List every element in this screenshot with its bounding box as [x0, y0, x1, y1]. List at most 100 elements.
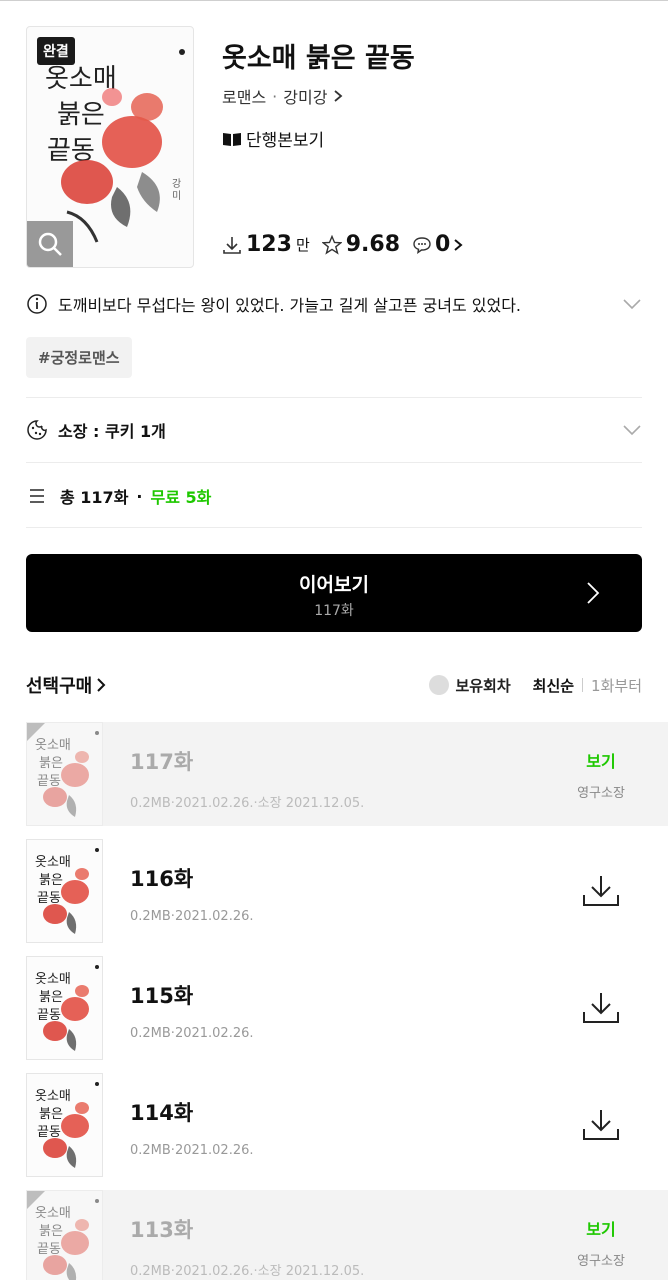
single-volume-link[interactable]: 단행본보기	[222, 126, 324, 151]
episode-thumbnail-art: 옷소매 붉은 끝동	[35, 965, 99, 1051]
star-icon	[321, 234, 342, 255]
section-divider	[26, 397, 642, 398]
episode-thumbnail-art: 옷소매 붉은 끝동	[35, 1082, 99, 1168]
svg-text:미: 미	[172, 190, 181, 202]
episode-row[interactable]: 옷소매 붉은 끝동 115화 0.2MB·2021.02.26.	[26, 956, 668, 1060]
chevron-right-icon	[334, 90, 343, 102]
genre-tag[interactable]: #궁정로맨스	[26, 337, 132, 378]
sort-latest[interactable]: 최신순	[533, 675, 574, 696]
zoom-button[interactable]	[27, 221, 73, 267]
episode-row[interactable]: 옷소매 붉은 끝동 113화 0.2MB·2021.02.26.·소장 2021…	[26, 1190, 668, 1280]
episode-thumbnail: 옷소매 붉은 끝동	[26, 839, 103, 943]
download-button[interactable]	[556, 1073, 646, 1177]
episode-thumbnail: 옷소매 붉은 끝동	[26, 956, 103, 1060]
svg-text:붉은: 붉은	[39, 873, 63, 888]
author-link[interactable]: 강미강	[283, 84, 327, 108]
download-icon[interactable]	[581, 1107, 621, 1143]
view-button[interactable]: 보기	[586, 1216, 615, 1240]
svg-text:붉은: 붉은	[39, 756, 63, 771]
free-episodes: 무료 5화	[150, 488, 212, 507]
episode-info: 0.2MB·2021.02.26.·소장 2021.12.05.	[130, 796, 365, 811]
svg-text:옷소매: 옷소매	[35, 855, 71, 870]
total-separator: ·	[136, 486, 143, 506]
chevron-right-icon	[454, 238, 463, 251]
chevron-down-icon[interactable]	[622, 298, 642, 310]
select-buy-button[interactable]: 선택구매	[26, 672, 429, 698]
view-button[interactable]: 보기	[586, 748, 615, 772]
download-icon[interactable]	[581, 990, 621, 1026]
episode-thumbnail-art: 옷소매 붉은 끝동	[35, 848, 99, 934]
description-row[interactable]: 도깨비보다 무섭다는 왕이 있었다. 가늘고 길게 살고픈 궁녀도 있었다.	[26, 292, 642, 316]
episode-thumbnail: 옷소매 붉은 끝동	[26, 1190, 103, 1280]
sort-options: 최신순 1화부터	[533, 675, 642, 696]
chevron-right-icon	[587, 582, 600, 604]
episode-info: 0.2MB·2021.02.26.	[130, 909, 254, 924]
meta-separator: ·	[272, 86, 278, 106]
episode-number: 117화	[130, 750, 194, 774]
ownership-status: 영구소장	[577, 1253, 625, 1269]
svg-text:끝동: 끝동	[37, 1125, 61, 1140]
episode-number: 116화	[130, 867, 194, 891]
top-divider	[0, 0, 668, 1]
section-divider	[26, 527, 642, 528]
owned-row[interactable]: 소장 : 쿠키 1개	[26, 418, 642, 442]
description-text: 도깨비보다 무섭다는 왕이 있었다. 가늘고 길게 살고픈 궁녀도 있었다.	[58, 296, 522, 315]
episode-row[interactable]: 옷소매 붉은 끝동 116화 0.2MB·2021.02.26.	[26, 839, 668, 943]
svg-text:끝동: 끝동	[37, 774, 61, 789]
complete-badge: 완결	[37, 37, 75, 65]
episode-action[interactable]: 보기 영구소장	[556, 1190, 646, 1280]
download-icon[interactable]	[581, 873, 621, 909]
svg-text:옷소매: 옷소매	[35, 1089, 71, 1104]
download-unit: 만	[295, 236, 310, 254]
episode-number: 114화	[130, 1101, 194, 1125]
ownership-status: 영구소장	[577, 785, 625, 801]
episode-number: 113화	[130, 1218, 194, 1242]
info-icon	[27, 294, 47, 314]
genre-label: 로맨스	[222, 88, 267, 107]
sort-first[interactable]: 1화부터	[591, 675, 642, 696]
section-divider	[26, 462, 642, 463]
episode-row[interactable]: 옷소매 붉은 끝동 117화 0.2MB·2021.02.26.·소장 2021…	[26, 722, 668, 826]
continue-reading-button[interactable]: 이어보기 117화	[26, 554, 642, 632]
chevron-down-icon[interactable]	[622, 424, 642, 436]
comment-icon	[413, 236, 431, 254]
list-icon	[30, 489, 44, 503]
single-volume-label: 단행본보기	[246, 131, 325, 151]
book-title: 옷소매 붉은 끝동	[222, 43, 415, 74]
comments-link[interactable]: 0	[412, 232, 463, 257]
owned-label: 소장 : 쿠키 1개	[58, 422, 166, 441]
comment-count: 0	[435, 232, 451, 257]
cover-calligraphy: 옷소매	[45, 64, 117, 94]
svg-text:붉은: 붉은	[39, 1224, 63, 1239]
svg-text:끝동: 끝동	[37, 1242, 61, 1257]
svg-text:옷소매: 옷소매	[35, 972, 71, 987]
download-button[interactable]	[556, 956, 646, 1060]
svg-text:붉은: 붉은	[39, 1107, 63, 1122]
book-meta: 로맨스 · 강미강	[222, 84, 343, 108]
sort-separator	[582, 678, 584, 692]
episode-action[interactable]: 보기 영구소장	[556, 722, 646, 826]
owned-filter-toggle[interactable]: 보유회차	[429, 675, 511, 696]
download-button[interactable]	[556, 839, 646, 943]
search-icon	[38, 232, 62, 256]
svg-text:붉은: 붉은	[57, 100, 105, 130]
select-buy-label: 선택구매	[26, 676, 93, 697]
owned-corner-mark	[27, 723, 45, 741]
owned-corner-mark	[27, 1191, 45, 1209]
svg-text:끝동: 끝동	[37, 891, 61, 906]
book-stats: 123 만 9.68 0	[222, 232, 463, 257]
svg-text:끝동: 끝동	[37, 1008, 61, 1023]
download-icon	[223, 236, 241, 254]
episode-row[interactable]: 옷소매 붉은 끝동 114화 0.2MB·2021.02.26.	[26, 1073, 668, 1177]
episode-total-row: 총 117화 · 무료 5화	[26, 484, 211, 508]
owned-filter-label: 보유회차	[455, 676, 511, 695]
continue-episode: 117화	[314, 603, 354, 619]
download-count: 123	[246, 232, 292, 257]
cookie-icon	[27, 420, 47, 440]
list-controls: 선택구매 보유회차 최신순 1화부터	[26, 672, 642, 698]
episode-thumbnail: 옷소매 붉은 끝동	[26, 722, 103, 826]
rating-value: 9.68	[345, 232, 401, 257]
episode-thumbnail: 옷소매 붉은 끝동	[26, 1073, 103, 1177]
book-cover[interactable]: 옷소매 붉은 끝동 강 미 완결	[26, 26, 194, 268]
continue-label: 이어보기	[299, 574, 369, 596]
